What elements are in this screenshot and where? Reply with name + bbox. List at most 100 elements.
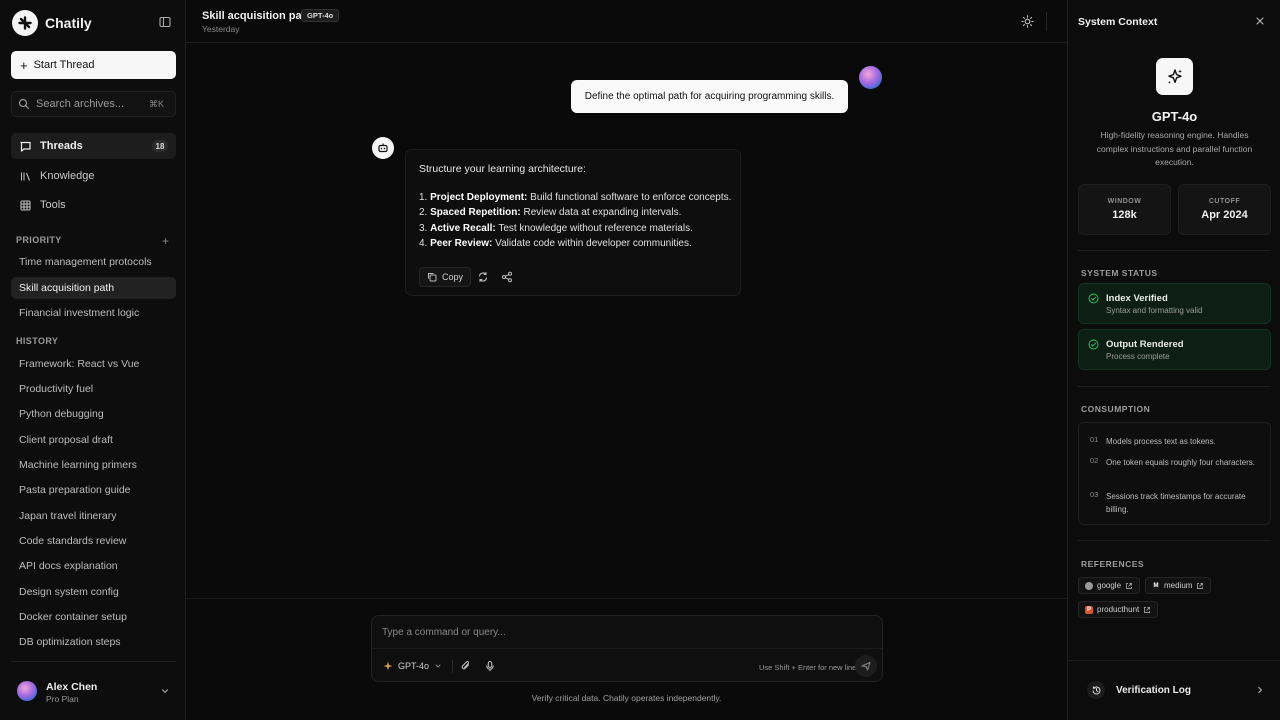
disclaimer: Verify critical data. Chatily operates i…	[531, 693, 722, 703]
external-link-icon	[1144, 606, 1151, 613]
priority-item-active[interactable]: Skill acquisition path	[11, 277, 176, 299]
history-item[interactable]: API docs explanation	[11, 555, 176, 577]
history-item[interactable]: Code standards review	[11, 530, 176, 552]
priority-item[interactable]: Financial investment logic	[11, 302, 176, 324]
assistant-intro: Structure your learning architecture:	[419, 163, 586, 175]
chevron-down-icon	[161, 689, 169, 694]
external-link-icon	[1126, 582, 1132, 589]
history-item[interactable]: Pasta preparation guide	[11, 479, 176, 501]
reference-producthunt[interactable]: P producthunt	[1078, 601, 1159, 618]
library-icon	[20, 172, 31, 181]
message-input[interactable]	[372, 616, 882, 649]
microphone-icon[interactable]	[484, 660, 496, 672]
history-item[interactable]: Machine learning primers	[11, 454, 176, 476]
copy-label: Copy	[442, 272, 464, 282]
add-priority-button[interactable]: +	[162, 234, 169, 248]
thread-date: Yesterday	[202, 24, 240, 34]
search-icon	[18, 98, 30, 110]
asterisk-icon	[12, 10, 38, 36]
history-item[interactable]: Docker container setup	[11, 606, 176, 628]
model-description: High-fidelity reasoning engine. Handles …	[1096, 130, 1253, 167]
chevron-down-icon	[435, 664, 441, 668]
stat-label: WINDOW	[1107, 198, 1142, 205]
copy-icon	[428, 273, 437, 282]
producthunt-logo-icon: P	[1085, 605, 1093, 614]
reference-label: producthunt	[1097, 605, 1140, 614]
brand[interactable]: Chatily	[12, 10, 92, 36]
search-input[interactable]: Search archives... ⌘K	[11, 91, 176, 117]
avatar	[17, 681, 37, 701]
share-icon[interactable]	[501, 271, 513, 283]
regenerate-icon[interactable]	[477, 271, 489, 283]
reference-google[interactable]: google	[1078, 577, 1141, 594]
history-item[interactable]: Productivity fuel	[11, 378, 176, 400]
sun-icon[interactable]	[1021, 15, 1034, 28]
close-icon[interactable]	[1255, 16, 1265, 26]
google-logo-icon	[1085, 581, 1093, 590]
start-thread-button[interactable]: + Start Thread	[11, 51, 176, 79]
chevron-right-icon	[1258, 686, 1263, 694]
search-shortcut: ⌘K	[148, 99, 164, 109]
context-panel: System Context GPT-4o High-fidelity reas…	[1067, 0, 1280, 720]
reference-medium[interactable]: M medium	[1145, 577, 1212, 594]
stat-value: 128k	[1112, 209, 1137, 221]
status-title: Index Verified	[1106, 293, 1168, 304]
nav-tools[interactable]: Tools	[11, 192, 176, 218]
status-card: Output Rendered Process complete	[1078, 329, 1271, 370]
nav-threads[interactable]: Threads 18	[11, 133, 176, 159]
history-item[interactable]: DB optimization steps	[11, 631, 176, 653]
item-number: 03	[1090, 490, 1099, 499]
verification-log-label: Verification Log	[1116, 685, 1192, 696]
composer-separator	[452, 660, 453, 673]
divider	[1078, 540, 1271, 541]
grid-icon	[20, 199, 31, 211]
chat-icon	[20, 141, 31, 152]
user-message-avatar	[859, 66, 882, 89]
history-item[interactable]: Framework: React vs Vue	[11, 353, 176, 375]
status-card: Index Verified Syntax and formatting val…	[1078, 283, 1271, 324]
user-menu[interactable]: Alex Chen Pro Plan	[11, 661, 176, 720]
nav-threads-label: Threads	[40, 140, 83, 152]
reference-label: google	[1097, 581, 1122, 590]
history-item[interactable]: Design system config	[11, 581, 176, 603]
sidebar: Chatily + Start Thread Search archives..…	[0, 0, 186, 720]
threads-count-badge: 18	[152, 140, 168, 152]
model-badge: GPT-4o	[301, 9, 340, 22]
model-selector-label: GPT-4o	[398, 661, 430, 671]
list-item: 2. Spaced Repetition: Review data at exp…	[419, 207, 682, 219]
send-icon	[861, 662, 871, 671]
history-item[interactable]: Client proposal draft	[11, 429, 176, 451]
header-divider	[1046, 12, 1047, 31]
status-section-label: SYSTEM STATUS	[1081, 268, 1158, 278]
user-name: Alex Chen	[46, 681, 98, 693]
nav-tools-label: Tools	[40, 199, 66, 211]
copy-button[interactable]: Copy	[419, 267, 472, 287]
history-section-label: HISTORY	[16, 336, 59, 346]
nav-knowledge[interactable]: Knowledge	[11, 163, 176, 189]
nav-knowledge-label: Knowledge	[40, 170, 95, 182]
paperclip-icon[interactable]	[460, 660, 472, 672]
references-section-label: REFERENCES	[1081, 559, 1145, 569]
check-circle-icon	[1088, 293, 1099, 304]
window-stat: WINDOW 128k	[1078, 184, 1171, 235]
status-title: Output Rendered	[1106, 339, 1184, 350]
bot-icon	[372, 137, 394, 159]
thread-title: Skill acquisition path	[202, 10, 313, 22]
sidebar-toggle-icon[interactable]	[158, 15, 172, 29]
history-item[interactable]: Python debugging	[11, 403, 176, 425]
item-text: Sessions track timestamps for accurate b…	[1106, 492, 1246, 514]
consumption-section-label: CONSUMPTION	[1081, 404, 1151, 414]
consumption-list: 01 Models process text as tokens. 02 One…	[1078, 422, 1271, 525]
history-item[interactable]: Japan travel itinerary	[11, 505, 176, 527]
divider	[1068, 660, 1280, 661]
panel-title: System Context	[1078, 16, 1158, 28]
medium-logo-icon: M	[1152, 581, 1160, 590]
model-selector[interactable]: GPT-4o	[383, 661, 442, 671]
send-button[interactable]	[855, 655, 877, 677]
priority-item[interactable]: Time management protocols	[11, 251, 176, 273]
start-thread-label: Start Thread	[33, 59, 95, 71]
search-placeholder: Search archives...	[36, 98, 125, 110]
verification-log-button[interactable]: Verification Log	[1078, 672, 1271, 708]
newline-hint: Use Shift + Enter for new line	[759, 663, 857, 672]
assistant-message: Structure your learning architecture: 1.…	[405, 149, 741, 296]
